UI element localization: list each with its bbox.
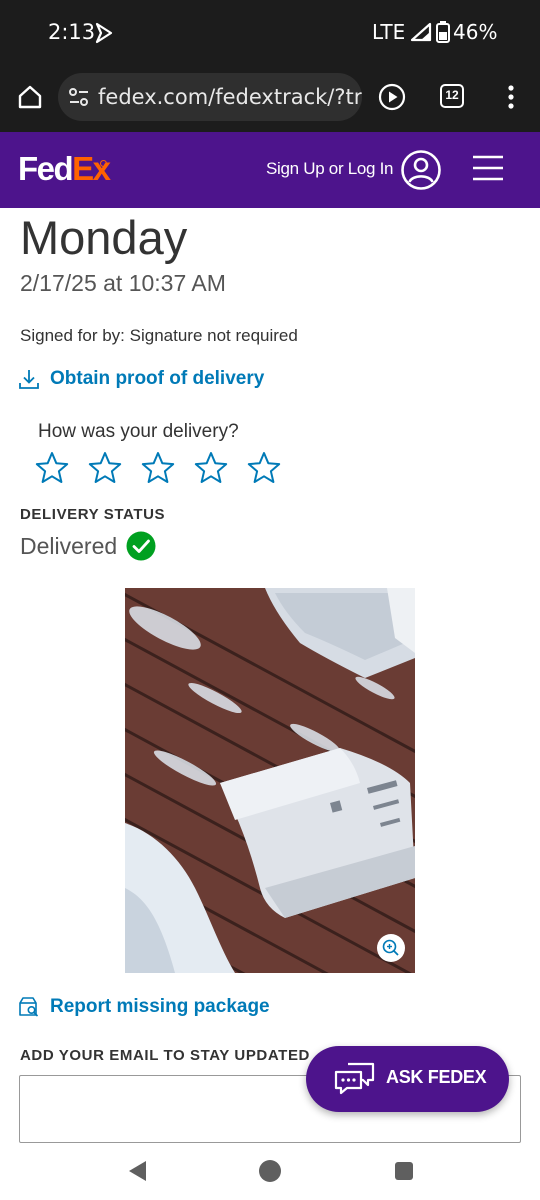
battery-percent: 46% [453,20,498,44]
star-icon[interactable] [246,450,282,486]
signed-for-text: Signed for by: Signature not required [20,326,298,345]
report-link-label: Report missing package [50,996,270,1017]
ask-fedex-label: ASK FEDEX [386,1067,487,1087]
zoom-in-icon [382,939,399,956]
delivery-status-value: Delivered [20,533,118,559]
delivery-status-heading: DELIVERY STATUS [20,506,166,523]
delivery-datetime: 2/17/25 at 10:37 AM [20,270,226,296]
network-type: LTE [372,20,406,44]
system-navigation-bar [0,1143,540,1200]
system-status-bar: 2:13 LTE 46% [0,0,540,64]
star-rating[interactable] [34,450,299,486]
site-settings-icon[interactable] [68,87,90,107]
star-icon[interactable] [193,450,229,486]
chat-icon [334,1062,375,1095]
user-account-icon[interactable] [400,149,442,191]
ask-fedex-chat-button[interactable]: ASK FEDEX [306,1046,509,1112]
tab-switcher-button[interactable]: 12 [440,84,464,108]
report-missing-package-link[interactable]: Report missing package [18,994,270,1020]
home-nav-icon[interactable] [259,1160,281,1182]
delivery-photo[interactable] [125,588,415,973]
signal-icon [410,22,432,42]
battery-icon [436,21,450,43]
cast-icon [95,22,113,44]
more-options-icon[interactable] [500,83,522,111]
delivery-day: Monday [20,211,188,264]
star-icon[interactable] [140,450,176,486]
url-text: fedex.com/fedextrack/?trknbr [98,85,362,109]
package-search-icon [19,997,39,1017]
fedex-logo[interactable]: FedEx [18,150,111,188]
status-time: 2:13 [48,20,96,44]
star-icon[interactable] [34,450,70,486]
download-icon [19,370,39,389]
proof-link-label: Obtain proof of delivery [50,368,265,389]
home-icon[interactable] [16,83,44,111]
proof-of-delivery-link[interactable]: Obtain proof of delivery [18,366,264,392]
sign-in-link[interactable]: Sign Up or Log In [266,159,394,179]
registered-mark [100,160,107,167]
back-icon[interactable] [127,1160,147,1182]
zoom-button[interactable] [377,934,405,962]
menu-icon[interactable] [472,154,504,182]
check-circle-icon [126,531,156,561]
site-header: FedEx Sign Up or Log In [0,132,540,208]
address-bar[interactable]: fedex.com/fedextrack/?trknbr [58,73,362,121]
star-icon[interactable] [87,450,123,486]
play-icon[interactable] [378,83,406,111]
recent-apps-icon[interactable] [395,1162,413,1180]
browser-toolbar: fedex.com/fedextrack/?trknbr 12 [0,64,540,132]
rating-question: How was your delivery? [38,421,239,442]
email-updates-heading: ADD YOUR EMAIL TO STAY UPDATED [20,1047,310,1064]
